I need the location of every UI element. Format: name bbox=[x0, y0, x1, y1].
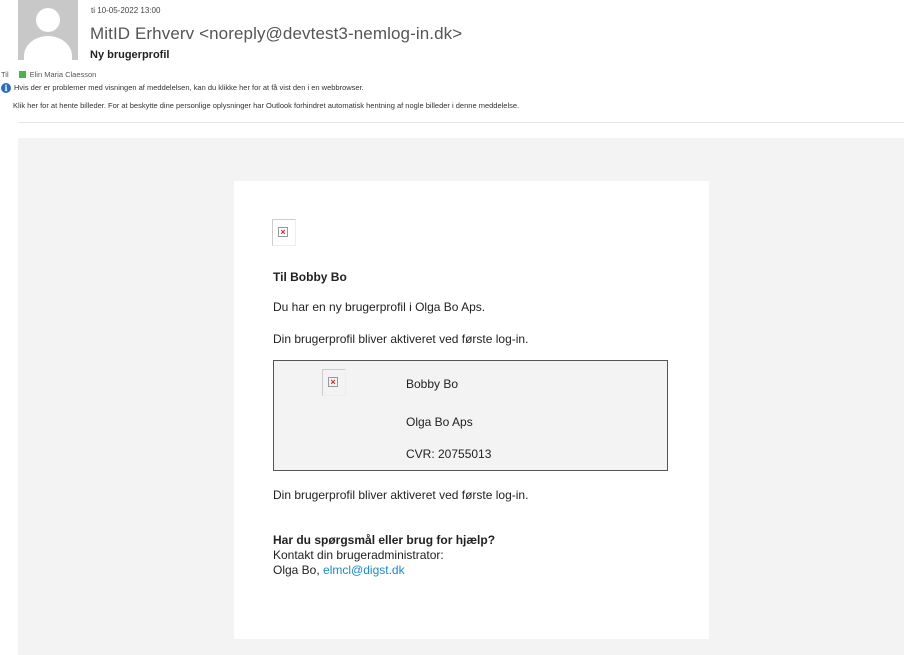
info-bar[interactable]: i Hvis der er problemer med visningen af… bbox=[1, 83, 364, 93]
new-profile-text: Du har en ny brugerprofil i Olga Bo Aps. bbox=[273, 300, 486, 314]
recipient-name[interactable]: Elin Maria Claesson bbox=[30, 70, 97, 79]
contact-email-link[interactable]: elmcl@digst.dk bbox=[323, 563, 405, 577]
message-date: ti 10-05-2022 13:00 bbox=[91, 6, 161, 15]
broken-image-profile[interactable]: × bbox=[322, 369, 346, 396]
sender-avatar bbox=[18, 0, 78, 60]
activation-text-repeat: Din brugerprofil bliver aktiveret ved fø… bbox=[273, 488, 529, 502]
sender-name[interactable]: MitID Erhverv <noreply@devtest3-nemlog-i… bbox=[90, 24, 462, 44]
greeting-heading: Til Bobby Bo bbox=[273, 270, 347, 284]
activation-text: Din brugerprofil bliver aktiveret ved fø… bbox=[273, 332, 529, 346]
avatar-head-shape bbox=[36, 8, 60, 32]
profile-cvr: CVR: 20755013 bbox=[406, 447, 492, 461]
profile-company: Olga Bo Aps bbox=[406, 415, 473, 429]
profile-name: Bobby Bo bbox=[406, 377, 459, 391]
info-icon: i bbox=[1, 83, 11, 93]
contact-label: Kontakt din brugeradministrator: bbox=[273, 548, 444, 562]
broken-image-icon: × bbox=[278, 227, 288, 237]
recipient-row: Til Elin Maria Claesson bbox=[1, 70, 96, 79]
broken-image-icon: × bbox=[328, 377, 338, 387]
to-label: Til bbox=[1, 70, 9, 79]
broken-image-logo[interactable]: × bbox=[272, 219, 296, 246]
header-divider bbox=[18, 122, 904, 123]
contact-name: Olga Bo, bbox=[273, 563, 320, 577]
message-subject: Ny brugerprofil bbox=[90, 49, 170, 61]
avatar-shoulders-shape bbox=[24, 36, 72, 60]
info-download-images[interactable]: Klik her for at hente billeder. For at b… bbox=[13, 101, 519, 110]
presence-available-icon bbox=[18, 71, 26, 78]
contact-line: Olga Bo, elmcl@digst.dk bbox=[273, 563, 405, 577]
info-view-in-browser[interactable]: Hvis der er problemer med visningen af m… bbox=[14, 83, 364, 92]
help-heading: Har du spørgsmål eller brug for hjælp? bbox=[273, 533, 496, 547]
